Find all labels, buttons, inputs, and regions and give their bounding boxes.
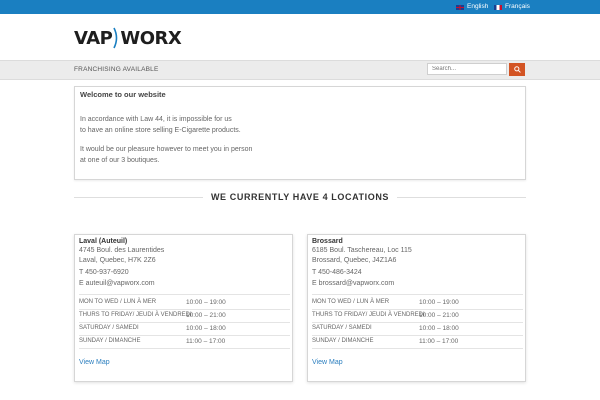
hours-day: SATURDAY / SAMEDI [312, 325, 372, 331]
hours-table [79, 294, 290, 295]
hours-day: SATURDAY / SAMEDI [79, 325, 139, 331]
hours-row: THURS TO FRIDAY/ JEUDI À VENDREDI 10:00 … [312, 309, 523, 323]
uk-flag-icon [456, 4, 464, 10]
nav-bar: FRANCHISING AVAILABLE [0, 60, 600, 80]
welcome-text-line: at one of our 3 boutiques. [80, 157, 160, 164]
language-label: Français [505, 3, 530, 10]
hours-time: 10:00 – 18:00 [419, 325, 459, 332]
location-card-brossard: Brossard 6185 Boul. Taschereau, Loc 115 … [307, 234, 526, 382]
hours-time: 11:00 – 17:00 [186, 338, 226, 345]
location-name: Brossard [312, 238, 343, 245]
search-input[interactable] [427, 63, 507, 75]
language-english[interactable]: English [456, 2, 488, 12]
hours-day: SUNDAY / DIMANCHE [312, 338, 374, 344]
hours-day: THURS TO FRIDAY/ JEUDI À VENDREDI [312, 312, 425, 318]
site-logo[interactable]: VAP WORX [74, 26, 182, 50]
search-icon [513, 66, 521, 73]
welcome-title: Welcome to our website [80, 90, 166, 99]
france-flag-icon [494, 4, 502, 10]
hours-time: 10:00 – 21:00 [419, 312, 459, 319]
view-map-link[interactable]: View Map [79, 359, 110, 366]
location-email[interactable]: E auteuil@vapworx.com [79, 280, 155, 287]
hours-day: MON TO WED / LUN À MER [79, 299, 157, 305]
hours-day: MON TO WED / LUN À MER [312, 299, 390, 305]
location-card-laval: Laval (Auteuil) 4745 Boul. des Laurentid… [74, 234, 293, 382]
welcome-panel: Welcome to our website In accordance wit… [74, 86, 526, 180]
hours-day: SUNDAY / DIMANCHE [79, 338, 141, 344]
hours-time: 10:00 – 19:00 [186, 299, 226, 306]
hours-time: 10:00 – 19:00 [419, 299, 459, 306]
hours-row: SATURDAY / SAMEDI 10:00 – 18:00 [79, 322, 290, 336]
hours-table [312, 294, 523, 295]
location-phone: T 450-937-6920 [79, 269, 129, 276]
logo-swoosh-icon [113, 27, 118, 49]
hours-day: THURS TO FRIDAY/ JEUDI À VENDREDI [79, 312, 192, 318]
hours-time: 11:00 – 17:00 [419, 338, 459, 345]
location-city: Brossard, Quebec, J4Z1A6 [312, 257, 397, 264]
welcome-text-line: In accordance with Law 44, it is impossi… [80, 116, 232, 123]
search-button[interactable] [509, 63, 525, 76]
location-street: 4745 Boul. des Laurentides [79, 247, 165, 254]
language-label: English [467, 3, 489, 10]
top-bar: English Français [0, 0, 600, 14]
welcome-text-line: It would be our pleasure however to meet… [80, 146, 253, 153]
locations-heading-text: WE CURRENTLY HAVE 4 LOCATIONS [202, 192, 398, 202]
location-street: 6185 Boul. Taschereau, Loc 115 [312, 247, 412, 254]
hours-row: THURS TO FRIDAY/ JEUDI À VENDREDI 10:00 … [79, 309, 290, 323]
locations-heading: WE CURRENTLY HAVE 4 LOCATIONS [0, 192, 600, 202]
welcome-text-line: to have an online store selling E-Cigare… [80, 127, 241, 134]
location-email[interactable]: E brossard@vapworx.com [312, 280, 394, 287]
location-phone: T 450-486-3424 [312, 269, 362, 276]
view-map-link[interactable]: View Map [312, 359, 343, 366]
hours-row: SUNDAY / DIMANCHE 11:00 – 17:00 [312, 335, 523, 349]
hours-time: 10:00 – 21:00 [186, 312, 226, 319]
hours-row: SATURDAY / SAMEDI 10:00 – 18:00 [312, 322, 523, 336]
hours-row: SUNDAY / DIMANCHE 11:00 – 17:00 [79, 335, 290, 349]
nav-franchising-link[interactable]: FRANCHISING AVAILABLE [74, 66, 159, 73]
hours-time: 10:00 – 18:00 [186, 325, 226, 332]
language-french[interactable]: Français [494, 2, 530, 12]
logo-text-left: VAP [74, 27, 113, 49]
hours-row: MON TO WED / LUN À MER 10:00 – 19:00 [312, 296, 523, 310]
location-city: Laval, Quebec, H7K 2Z6 [79, 257, 156, 264]
location-name: Laval (Auteuil) [79, 238, 128, 245]
logo-text-right: WORX [120, 27, 182, 49]
hours-row: MON TO WED / LUN À MER 10:00 – 19:00 [79, 296, 290, 310]
